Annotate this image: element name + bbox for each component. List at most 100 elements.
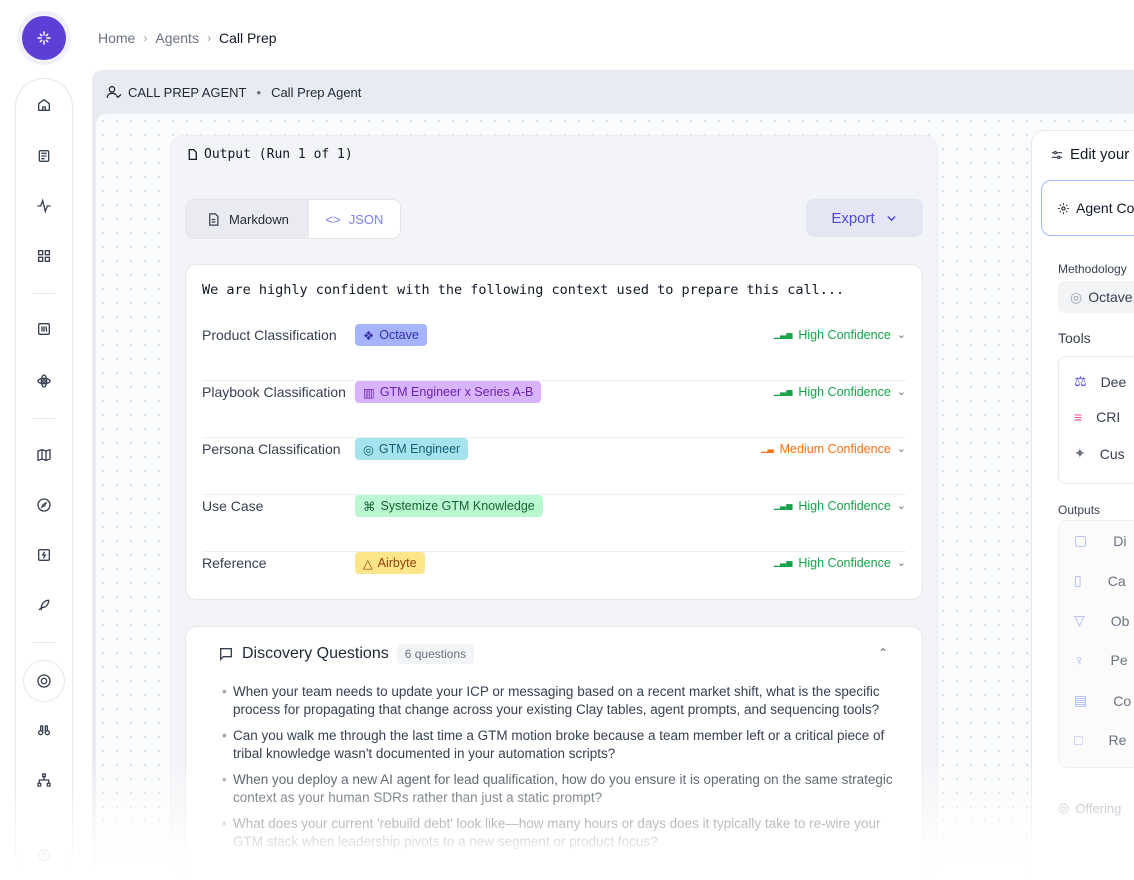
methodology-value: Octave bbox=[1088, 289, 1133, 305]
compass-icon: ◎ bbox=[1070, 288, 1083, 305]
export-label: Export bbox=[831, 209, 875, 227]
context-row[interactable]: Use Case ⌘ Systemize GTM Knowledge ▁▃▅ H… bbox=[202, 495, 906, 552]
map-icon[interactable] bbox=[33, 444, 55, 466]
edit-panel-title-text: Edit your bbox=[1070, 146, 1130, 163]
confidence-indicator[interactable]: ▁▃▅ High Confidence ⌄ bbox=[774, 552, 906, 574]
chevron-up-icon[interactable]: ⌃ bbox=[878, 646, 888, 660]
map-icon: ▥ bbox=[363, 385, 375, 400]
output-title-text: Output (Run 1 of 1) bbox=[204, 147, 353, 162]
agent-config-label: Agent Co bbox=[1076, 200, 1134, 216]
output-item-label: Re bbox=[1108, 732, 1127, 748]
chevron-down-icon: ⌄ bbox=[896, 500, 906, 512]
output-item[interactable]: ▯ Ca bbox=[1074, 572, 1126, 589]
sparkle-icon: ✦ bbox=[1074, 445, 1086, 461]
breadcrumb-home[interactable]: Home bbox=[98, 30, 135, 46]
tab-markdown[interactable]: Markdown bbox=[186, 200, 309, 238]
confidence-indicator[interactable]: ▁▃▅ High Confidence ⌄ bbox=[774, 495, 906, 517]
user-icon: ♀ bbox=[1074, 652, 1085, 668]
breadcrumb-agents[interactable]: Agents bbox=[155, 30, 199, 46]
confidence-indicator[interactable]: ▁▃ Medium Confidence ⌄ bbox=[761, 438, 906, 460]
list-item: When you deploy a new AI agent for lead … bbox=[222, 771, 894, 807]
building-icon: ▤ bbox=[1074, 692, 1088, 708]
breadcrumb: Home › Agents › Call Prep bbox=[98, 30, 277, 46]
flash-card-icon[interactable] bbox=[33, 544, 55, 566]
library-icon[interactable] bbox=[33, 318, 55, 340]
context-tag: ⌘ Systemize GTM Knowledge bbox=[355, 495, 543, 517]
target-icon: ◎ bbox=[1058, 800, 1070, 815]
confidence-indicator[interactable]: ▁▃▅ High Confidence ⌄ bbox=[774, 381, 906, 403]
list-item: When your team needs to update your ICP … bbox=[222, 683, 894, 719]
output-item-label: Di bbox=[1113, 532, 1127, 549]
grid-icon[interactable] bbox=[33, 245, 55, 267]
output-item[interactable]: ▢ Di bbox=[1074, 532, 1126, 549]
document-icon bbox=[209, 212, 219, 226]
feather-icon[interactable] bbox=[33, 594, 55, 616]
logo-button[interactable] bbox=[22, 16, 66, 60]
tab-json[interactable]: <> JSON bbox=[309, 200, 400, 238]
context-tag-text: Octave bbox=[379, 328, 419, 342]
tool-item[interactable]: ≡ CRI bbox=[1074, 409, 1120, 425]
discovery-count-badge: 6 questions bbox=[396, 644, 475, 664]
chevron-down-icon: ⌄ bbox=[896, 443, 906, 455]
export-button[interactable]: Export bbox=[806, 199, 923, 237]
context-row[interactable]: Reference △ Airbyte ▁▃▅ High Confidence … bbox=[202, 552, 906, 609]
confidence-indicator[interactable]: ▁▃▅ High Confidence ⌄ bbox=[774, 324, 906, 346]
user-circle-icon: ◎ bbox=[363, 442, 374, 457]
output-item[interactable]: ▽ Ob bbox=[1074, 612, 1129, 629]
context-row[interactable]: Product Classification ❖ Octave ▁▃▅ High… bbox=[202, 324, 906, 381]
context-row[interactable]: Playbook Classification ▥ GTM Engineer x… bbox=[202, 381, 906, 438]
sparkle-icon bbox=[37, 31, 51, 45]
context-tag: △ Airbyte bbox=[355, 552, 425, 574]
target-icon bbox=[37, 674, 51, 688]
chevron-down-icon: ⌄ bbox=[896, 386, 906, 398]
methodology-label: Methodology bbox=[1058, 262, 1127, 276]
newspaper-icon[interactable] bbox=[33, 145, 55, 167]
output-item-label: Co bbox=[1113, 692, 1132, 709]
tool-item[interactable]: ✦ Cus bbox=[1074, 445, 1125, 462]
agent-config-button[interactable]: Agent Co bbox=[1041, 180, 1134, 236]
offering-section[interactable]: ◎ Offering bbox=[1058, 800, 1121, 816]
chevron-down-icon: ⌄ bbox=[896, 329, 906, 341]
chevron-right-icon: › bbox=[206, 31, 211, 45]
output-item[interactable]: ♀ Pe bbox=[1074, 652, 1128, 668]
compass-icon[interactable] bbox=[33, 494, 55, 516]
output-title: Output (Run 1 of 1) bbox=[186, 147, 353, 162]
binoculars-icon[interactable] bbox=[33, 719, 55, 741]
confidence-text: High Confidence bbox=[798, 499, 891, 513]
agent-name: Call Prep Agent bbox=[271, 84, 362, 100]
confidence-text: Medium Confidence bbox=[779, 442, 891, 456]
context-tag: ▥ GTM Engineer x Series A-B bbox=[355, 381, 542, 403]
format-toggle: Markdown <> JSON bbox=[185, 199, 401, 239]
message-square-icon: ▢ bbox=[1074, 532, 1088, 548]
output-item[interactable]: □ Re bbox=[1074, 732, 1126, 748]
agent-type-label: CALL PREP AGENT bbox=[128, 84, 247, 100]
file-icon: ▯ bbox=[1074, 572, 1082, 588]
cubes-icon: ❖ bbox=[363, 328, 375, 343]
outputs-label: Outputs bbox=[1058, 503, 1101, 517]
tab-json-label: JSON bbox=[348, 211, 384, 227]
gear-icon bbox=[1058, 202, 1069, 214]
output-item-label: Pe bbox=[1110, 652, 1128, 668]
signal-icon: ▁▃▅ bbox=[773, 558, 793, 567]
discovery-question-list: When your team needs to update your ICP … bbox=[222, 683, 894, 859]
home-icon[interactable] bbox=[33, 94, 55, 116]
output-item[interactable]: ▤ Co bbox=[1074, 692, 1131, 709]
nav-circle-button[interactable] bbox=[23, 660, 65, 702]
context-label: Reference bbox=[202, 555, 267, 571]
activity-icon[interactable] bbox=[33, 195, 55, 217]
signal-icon: ▁▃▅ bbox=[773, 330, 793, 339]
chevron-right-icon: › bbox=[143, 31, 148, 45]
context-row[interactable]: Persona Classification ◎ GTM Engineer ▁▃… bbox=[202, 438, 906, 495]
discovery-header[interactable]: Discovery Questions 6 questions bbox=[218, 644, 475, 664]
separator-dot: • bbox=[256, 84, 262, 100]
signal-icon: ▁▃▅ bbox=[773, 387, 793, 396]
tab-markdown-label: Markdown bbox=[228, 211, 289, 227]
edit-panel-title: Edit your bbox=[1050, 146, 1129, 163]
tool-item[interactable]: ⚖ Dee bbox=[1074, 373, 1126, 390]
methodology-select[interactable]: ◎ Octave bbox=[1058, 281, 1134, 313]
triangle-icon: △ bbox=[363, 556, 373, 571]
context-tag-text: GTM Engineer bbox=[378, 442, 461, 456]
atom-icon[interactable] bbox=[33, 370, 55, 392]
tools-label: Tools bbox=[1058, 330, 1091, 346]
tool-label: Dee bbox=[1100, 373, 1127, 390]
